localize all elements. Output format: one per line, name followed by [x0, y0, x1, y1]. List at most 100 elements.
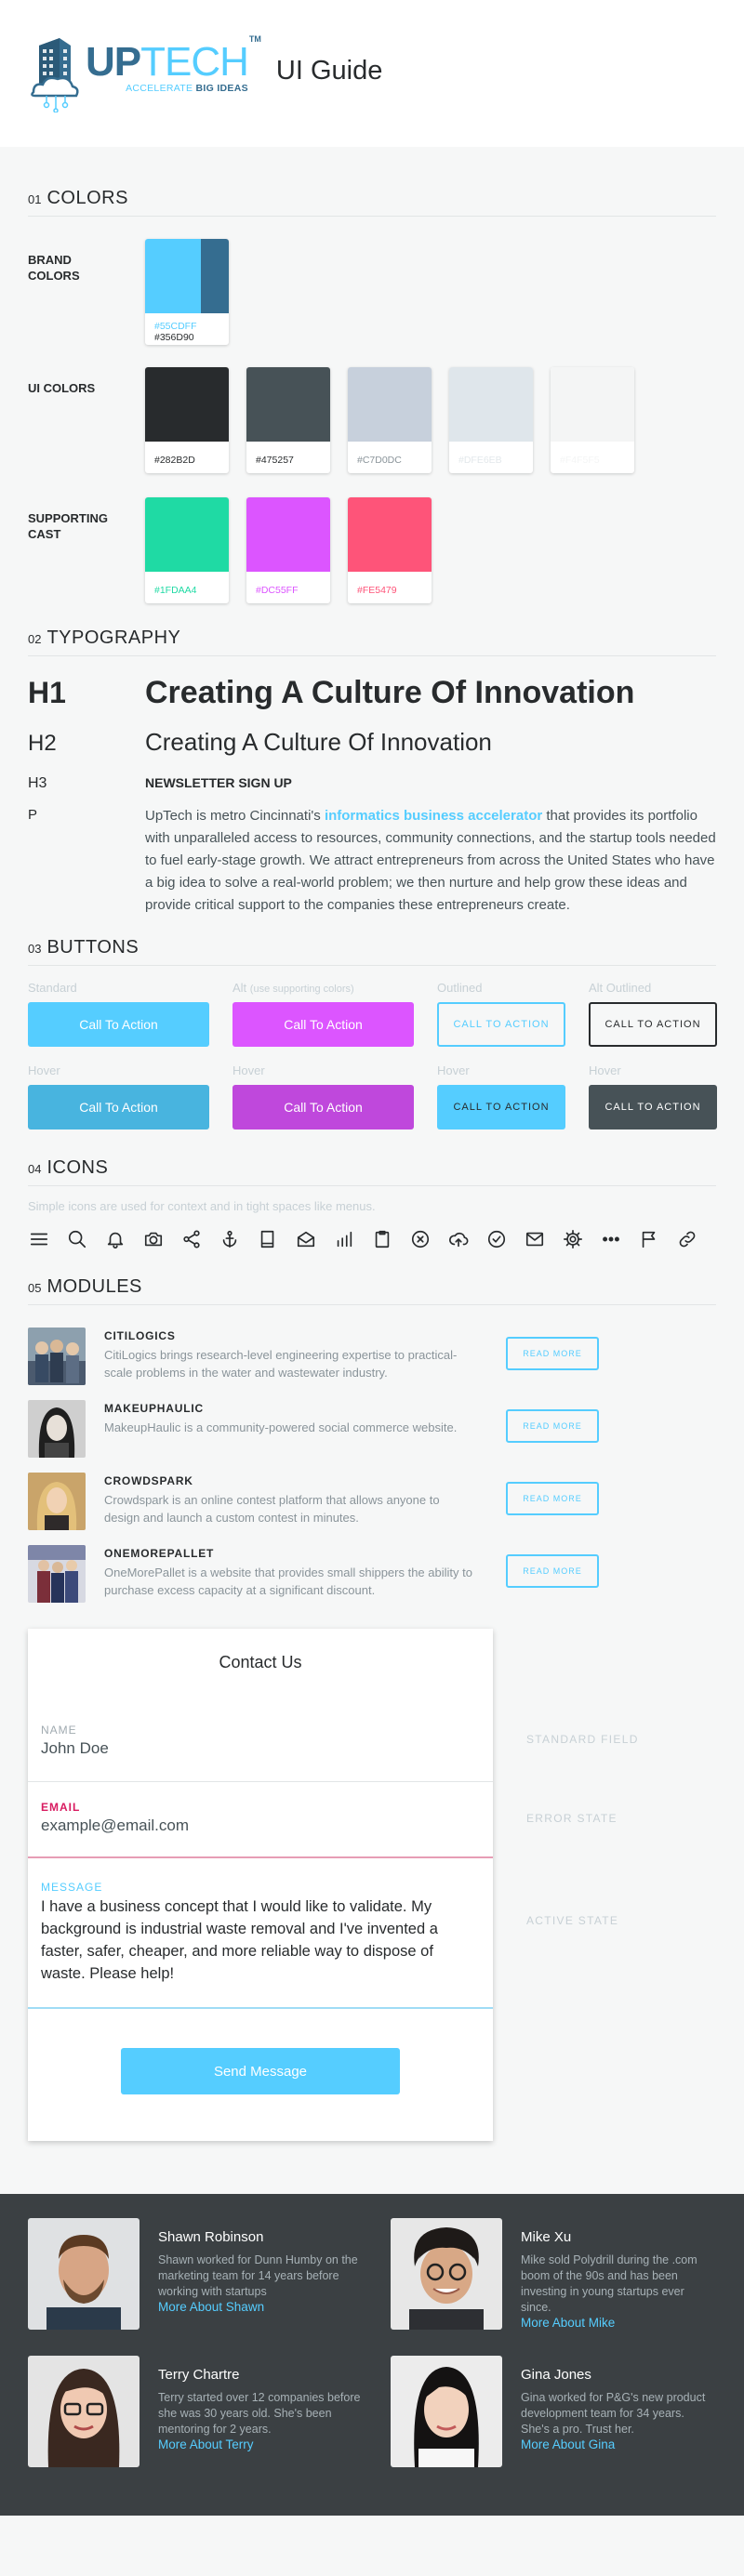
uptech-logo[interactable]: UPTECH TM ACCELERATE BIG IDEAS — [28, 34, 261, 113]
link-icon[interactable] — [676, 1228, 698, 1250]
module-description: MakeupHaulic is a community-powered soci… — [104, 1420, 458, 1434]
contact-form: Contact Us NAME John Doe EMAIL example@e… — [28, 1629, 493, 2141]
button-caption: Hover — [589, 1063, 621, 1077]
paragraph-text: UpTech is metro Cincinnati's — [145, 808, 325, 824]
swatch-hex: #DFE6EB — [458, 455, 502, 466]
member-name: Gina Jones — [521, 2367, 591, 2383]
button-caption: Standard — [28, 981, 77, 995]
logo-tagline-big-ideas: BIG IDEAS — [195, 83, 248, 94]
read-more-button[interactable]: READ MORE — [506, 1409, 599, 1443]
swatch-chip-fe5479 — [348, 497, 432, 572]
buttons-section-header: 03 BUTTONS — [28, 937, 716, 966]
section-number: 03 — [28, 942, 42, 956]
section-title: BUTTONS — [46, 937, 140, 958]
supporting-colors-label: SUPPORTING CAST — [28, 497, 145, 542]
supporting-colors-row: SUPPORTING CAST #1FDAA4 #DC55FF #FE5479 — [28, 497, 716, 603]
page-header: UPTECH TM ACCELERATE BIG IDEAS UI Guide — [0, 0, 744, 147]
alt-outlined-cta-button[interactable]: CALL TO ACTION — [589, 1002, 717, 1047]
h2-sample: Creating A Culture Of Innovation — [145, 728, 492, 756]
button-caption: Alt Outlined — [589, 981, 652, 995]
standard-cta-button[interactable]: Call To Action — [28, 1002, 209, 1047]
module-description: Crowdspark is an online contest platform… — [104, 1493, 440, 1525]
module-card-citilogics: CITILOGICS CitiLogics brings research-le… — [28, 1328, 716, 1385]
swatch-chip-1fdaa4 — [145, 497, 229, 572]
mail-open-icon[interactable] — [295, 1228, 317, 1250]
anchor-icon[interactable] — [219, 1228, 241, 1250]
logo-word-up: UP — [86, 39, 141, 85]
email-field-value[interactable]: example@email.com — [41, 1816, 480, 1835]
buttons-grid: Standard Call To Action Alt (use support… — [28, 981, 717, 1047]
color-swatch: #475257 — [246, 367, 330, 473]
clipboard-icon[interactable] — [371, 1228, 393, 1250]
message-field-value[interactable]: I have a business concept that I would l… — [41, 1896, 480, 1985]
color-swatch: #1FDAA4 — [145, 497, 229, 603]
avatar — [391, 2356, 502, 2467]
close-circle-icon[interactable] — [409, 1228, 432, 1250]
supporting-colors-label-text: SUPPORTING CAST — [28, 511, 108, 541]
standard-cta-button-hover[interactable]: Call To Action — [28, 1085, 209, 1129]
menu-icon[interactable] — [28, 1228, 50, 1250]
email-field[interactable]: EMAIL example@email.com — [28, 1782, 493, 1858]
bell-icon[interactable] — [104, 1228, 126, 1250]
cloud-upload-icon[interactable] — [447, 1228, 470, 1250]
more-about-link[interactable]: More About Shawn — [158, 2300, 363, 2314]
swatch-hex: #C7D0DC — [357, 455, 402, 466]
read-more-button[interactable]: READ MORE — [506, 1482, 599, 1515]
error-state-label: ERROR STATE — [526, 1812, 618, 1825]
module-description: CitiLogics brings research-level enginee… — [104, 1348, 458, 1380]
icon-set — [28, 1228, 716, 1250]
camera-icon[interactable] — [142, 1228, 165, 1250]
color-swatch: #DFE6EB — [449, 367, 533, 473]
flag-icon[interactable] — [638, 1228, 660, 1250]
member-bio: Mike sold Polydrill during the .com boom… — [521, 2253, 698, 2314]
outlined-cta-button[interactable]: CALL TO ACTION — [437, 1002, 565, 1047]
swatch-hex: #356D90 — [154, 332, 194, 343]
member-bio: Terry started over 12 companies before s… — [158, 2391, 361, 2436]
member-name: Terry Chartre — [158, 2367, 240, 2383]
alt-outlined-cta-button-hover[interactable]: CALL TO ACTION — [589, 1085, 717, 1129]
alt-cta-button-hover[interactable]: Call To Action — [232, 1085, 414, 1129]
team-member-gina: Gina Jones Gina worked for P&G's new pro… — [391, 2356, 716, 2467]
alt-cta-button[interactable]: Call To Action — [232, 1002, 414, 1047]
outlined-cta-button-hover[interactable]: CALL TO ACTION — [437, 1085, 565, 1129]
search-icon[interactable] — [66, 1228, 88, 1250]
more-about-link[interactable]: More About Mike — [521, 2316, 716, 2330]
module-description: OneMorePallet is a website that provides… — [104, 1565, 472, 1597]
ui-colors-label: UI COLORS — [28, 381, 96, 395]
icons-note: Simple icons are used for context and in… — [28, 1199, 376, 1213]
read-more-button[interactable]: READ MORE — [506, 1337, 599, 1370]
team-member-terry: Terry Chartre Terry started over 12 comp… — [28, 2356, 391, 2467]
swatch-hex: #1FDAA4 — [154, 585, 197, 596]
type-sample-h2: H2 Creating A Culture Of Innovation — [28, 728, 716, 757]
logo-wordmark: UPTECH TM ACCELERATE BIG IDEAS — [86, 34, 261, 94]
name-field[interactable]: NAME John Doe — [28, 1714, 493, 1782]
logo-trademark: TM — [248, 34, 261, 44]
type-sample-p: P UpTech is metro Cincinnati's informati… — [28, 805, 716, 917]
book-icon[interactable] — [257, 1228, 279, 1250]
gear-icon[interactable] — [562, 1228, 584, 1250]
company-photo — [28, 1400, 86, 1458]
message-field[interactable]: MESSAGE I have a business concept that I… — [28, 1858, 493, 2009]
type-sample-h3: H3 NEWSLETTER SIGN UP — [28, 775, 716, 792]
color-swatch: #DC55FF — [246, 497, 330, 603]
team-section: Shawn Robinson Shawn worked for Dunn Hum… — [0, 2194, 744, 2516]
bar-chart-icon[interactable] — [333, 1228, 355, 1250]
name-field-value[interactable]: John Doe — [41, 1739, 480, 1758]
member-name: Shawn Robinson — [158, 2229, 264, 2245]
button-caption: Hover — [232, 1063, 265, 1077]
send-message-button[interactable]: Send Message — [121, 2048, 400, 2094]
module-title: CROWDSPARK — [104, 1474, 193, 1487]
accelerator-link[interactable]: informatics business accelerator — [325, 808, 542, 824]
read-more-button[interactable]: READ MORE — [506, 1554, 599, 1588]
standard-field-label: STANDARD FIELD — [526, 1733, 639, 1746]
share-icon[interactable] — [180, 1228, 203, 1250]
company-photo — [28, 1328, 86, 1385]
more-icon[interactable] — [600, 1228, 622, 1250]
more-about-link[interactable]: More About Terry — [158, 2437, 363, 2451]
section-number: 05 — [28, 1281, 42, 1295]
member-name: Mike Xu — [521, 2229, 572, 2245]
more-about-link[interactable]: More About Gina — [521, 2437, 716, 2451]
mail-icon[interactable] — [524, 1228, 546, 1250]
check-circle-icon[interactable] — [485, 1228, 508, 1250]
email-field-label: EMAIL — [41, 1801, 81, 1814]
